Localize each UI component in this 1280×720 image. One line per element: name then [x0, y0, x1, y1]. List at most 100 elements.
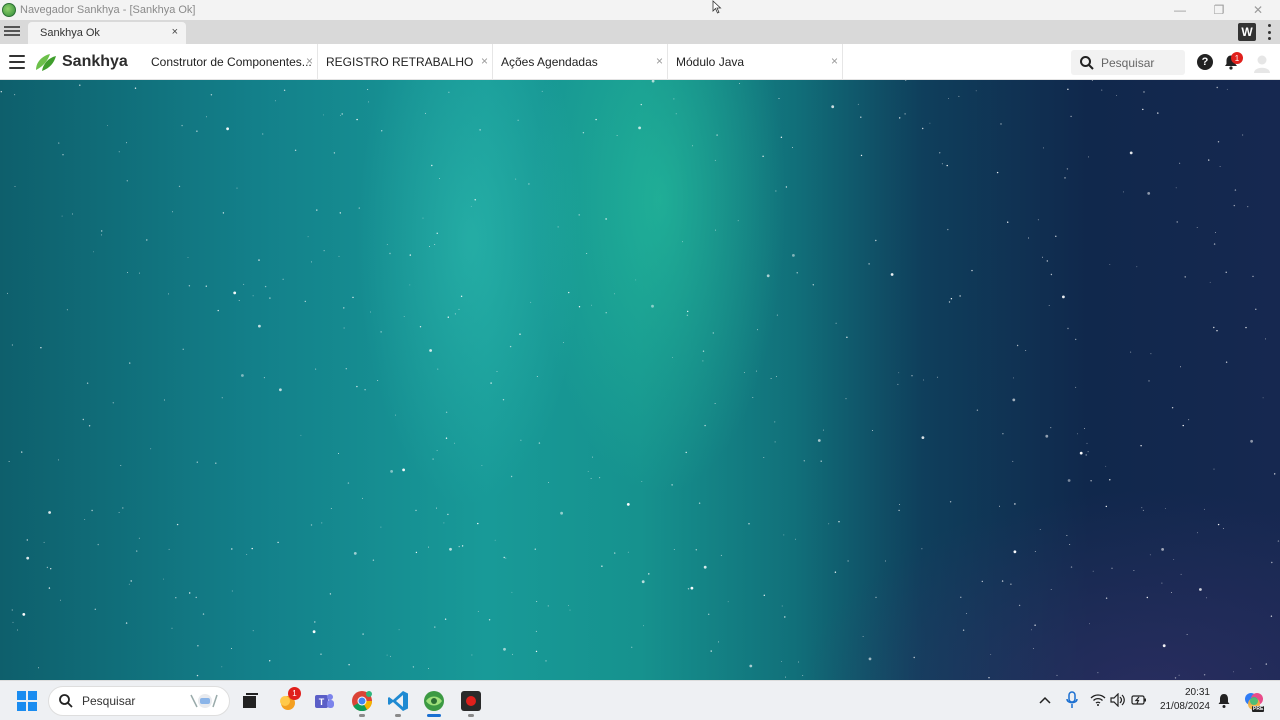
star — [548, 481, 549, 483]
star — [692, 145, 694, 147]
star — [1050, 588, 1052, 590]
star — [0, 91, 3, 93]
copilot-icon[interactable]: PRE — [1243, 691, 1265, 713]
tab-construtor-componentes[interactable]: Construtor de Componentes... × — [143, 44, 318, 80]
star — [541, 90, 543, 92]
tab-close-button[interactable]: × — [306, 54, 313, 68]
star — [168, 293, 169, 295]
star — [1091, 80, 1093, 81]
widgets-badge: 1 — [288, 687, 301, 700]
star — [1250, 439, 1253, 443]
star — [595, 118, 597, 121]
star — [7, 292, 8, 294]
task-view-icon[interactable] — [238, 689, 262, 713]
star — [547, 605, 549, 607]
star — [447, 316, 449, 318]
star — [368, 101, 369, 103]
chevron-up-icon[interactable] — [1039, 695, 1051, 705]
taskbar-search[interactable]: Pesquisar — [48, 686, 230, 716]
star — [627, 551, 629, 553]
star — [1013, 377, 1015, 379]
tab-close-button[interactable]: × — [831, 54, 838, 68]
help-icon[interactable]: ? — [1197, 54, 1213, 70]
tab-registro-retrabalho[interactable]: REGISTRO RETRABALHO × — [318, 44, 493, 80]
tab-close-button[interactable]: × — [656, 54, 663, 68]
user-avatar-icon[interactable] — [1252, 53, 1272, 73]
star — [503, 647, 506, 651]
star — [438, 177, 440, 179]
microphone-icon[interactable] — [1065, 691, 1079, 709]
star — [307, 236, 309, 238]
tab-close-button[interactable]: × — [481, 54, 488, 68]
browser-tab-close-button[interactable]: × — [172, 26, 178, 38]
main-menu-icon[interactable] — [9, 55, 25, 69]
extension-w-icon[interactable]: W — [1238, 23, 1256, 41]
star — [454, 442, 456, 444]
browser-menu-icon[interactable] — [4, 24, 20, 40]
star — [226, 127, 230, 131]
star — [1233, 671, 1235, 673]
star — [1012, 460, 1014, 462]
minimize-button[interactable]: — — [1160, 0, 1200, 20]
clock-date[interactable]: 21/08/2024 — [1150, 701, 1210, 712]
star — [774, 441, 776, 443]
star — [1122, 191, 1124, 193]
star — [215, 462, 217, 464]
teams-icon[interactable]: T — [312, 689, 336, 713]
battery-icon[interactable] — [1131, 694, 1147, 706]
star — [294, 149, 297, 151]
app-search-box[interactable] — [1071, 50, 1185, 75]
star — [614, 552, 616, 554]
star — [1069, 544, 1071, 545]
tab-acoes-agendadas[interactable]: Ações Agendadas × — [493, 44, 668, 80]
star — [1262, 397, 1264, 399]
star — [477, 522, 479, 525]
star — [1255, 308, 1257, 310]
wifi-icon[interactable] — [1090, 693, 1106, 707]
vscode-icon[interactable] — [386, 689, 410, 713]
star — [436, 450, 438, 452]
star — [367, 89, 369, 91]
clock-time[interactable]: 20:31 — [1150, 687, 1210, 698]
notifications-icon[interactable] — [1217, 693, 1231, 709]
star — [1178, 674, 1180, 676]
star — [196, 674, 199, 677]
sankhya-logo[interactable]: Sankhya — [34, 52, 128, 72]
volume-icon[interactable] — [1110, 693, 1126, 707]
star — [269, 660, 271, 662]
chrome-icon[interactable] — [350, 689, 374, 713]
star — [1086, 442, 1088, 444]
star — [562, 342, 564, 343]
tab-modulo-java[interactable]: Módulo Java × — [668, 44, 843, 80]
star — [1090, 480, 1092, 482]
star — [716, 134, 718, 136]
star — [172, 211, 174, 213]
copilot-pre-label: PRE — [1252, 706, 1265, 712]
star — [370, 311, 372, 313]
star — [1066, 168, 1069, 170]
sankhya-taskbar-icon[interactable] — [422, 689, 446, 713]
search-input[interactable] — [1101, 55, 1181, 70]
star — [714, 159, 716, 161]
windows-start-icon[interactable] — [17, 691, 37, 711]
chrome-running-indicator — [359, 714, 365, 717]
star — [958, 95, 960, 97]
star — [1079, 451, 1083, 455]
star — [330, 508, 332, 509]
star — [460, 295, 463, 297]
star — [1206, 597, 1208, 599]
star — [82, 418, 85, 421]
more-options-icon[interactable] — [1266, 24, 1272, 40]
star — [1007, 221, 1009, 223]
star — [582, 132, 585, 134]
star — [1219, 165, 1221, 167]
browser-tab[interactable]: Sankhya Ok × — [28, 22, 186, 44]
star — [61, 215, 63, 217]
star — [1217, 523, 1220, 526]
star — [129, 362, 131, 364]
star — [1101, 89, 1103, 91]
close-window-button[interactable]: ✕ — [1238, 0, 1278, 20]
screen-recorder-icon[interactable] — [459, 689, 483, 713]
maximize-button[interactable]: ❐ — [1199, 0, 1239, 20]
star — [1066, 535, 1068, 536]
